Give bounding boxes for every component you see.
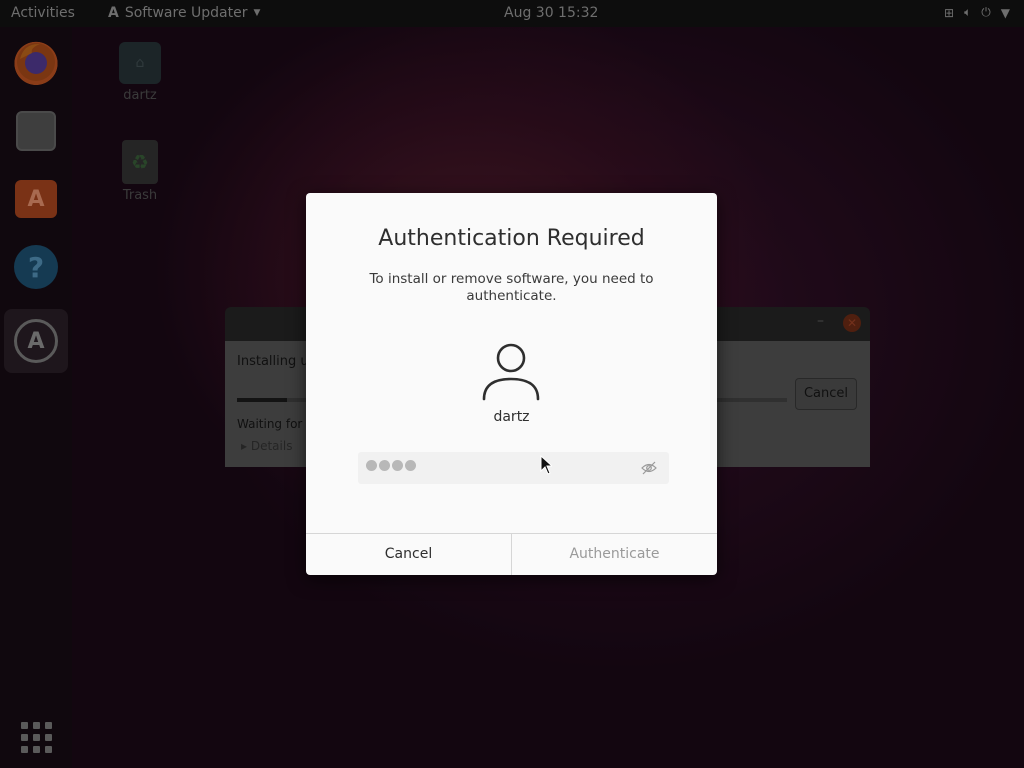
software-updater-icon: A bbox=[108, 5, 119, 21]
software-center-icon: A bbox=[15, 180, 57, 218]
dock-show-applications[interactable] bbox=[12, 713, 60, 761]
dialog-title: Authentication Required bbox=[378, 226, 645, 251]
password-dot bbox=[379, 460, 390, 471]
password-dot bbox=[392, 460, 403, 471]
dock-software-updater[interactable]: A bbox=[4, 309, 68, 373]
dock-files[interactable] bbox=[12, 107, 60, 155]
cancel-button[interactable]: Cancel bbox=[306, 534, 512, 575]
dock: A ? A bbox=[0, 27, 72, 768]
show-applications-icon bbox=[20, 721, 52, 753]
chevron-down-icon: ▼ bbox=[253, 8, 261, 18]
dialog-button-row: Cancel Authenticate bbox=[306, 533, 717, 575]
network-icon: ⊞ bbox=[944, 5, 955, 20]
firefox-icon bbox=[17, 43, 55, 81]
password-field[interactable] bbox=[358, 452, 669, 484]
app-menu[interactable]: A Software Updater ▼ bbox=[108, 5, 260, 21]
power-icon: ⏻ bbox=[981, 5, 991, 19]
software-updater-icon: A bbox=[14, 319, 58, 363]
user-avatar-icon bbox=[482, 343, 540, 401]
clock[interactable]: Aug 30 15:32 bbox=[504, 5, 598, 21]
authenticate-button[interactable]: Authenticate bbox=[512, 534, 717, 575]
dock-software-center[interactable]: A bbox=[12, 175, 60, 223]
password-masked-value bbox=[366, 460, 416, 471]
mouse-cursor-icon bbox=[540, 455, 552, 475]
dock-help[interactable]: ? bbox=[12, 243, 60, 291]
password-dot bbox=[366, 460, 377, 471]
authentication-dialog: Authentication Required To install or re… bbox=[306, 193, 717, 575]
reveal-password-icon[interactable] bbox=[641, 460, 657, 476]
activities-button[interactable]: Activities bbox=[11, 5, 75, 21]
dock-firefox[interactable] bbox=[12, 37, 60, 85]
volume-icon: 🔈︎ bbox=[964, 5, 972, 19]
chevron-down-icon: ▼ bbox=[1000, 5, 1010, 20]
dialog-message: To install or remove software, you need … bbox=[369, 271, 654, 304]
password-dot bbox=[405, 460, 416, 471]
files-icon bbox=[16, 111, 56, 151]
help-icon: ? bbox=[14, 245, 58, 289]
app-menu-label: Software Updater bbox=[124, 5, 248, 21]
top-bar: Activities A Software Updater ▼ Aug 30 1… bbox=[0, 0, 1024, 27]
system-menu[interactable]: ⊞ 🔈︎ ⏻ ▼ bbox=[944, 5, 1010, 20]
username-label: dartz bbox=[493, 409, 530, 425]
